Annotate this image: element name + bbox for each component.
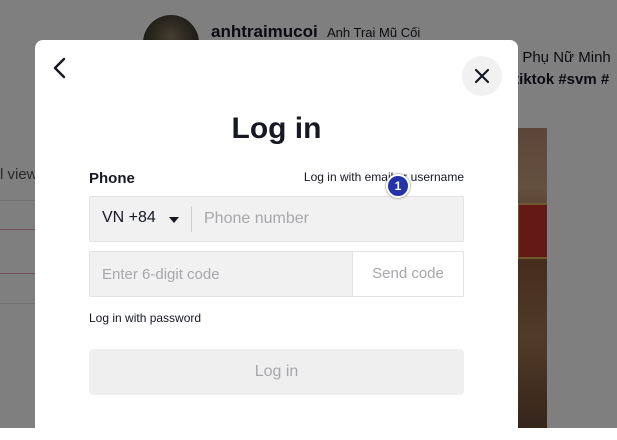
page-title: Log in: [231, 112, 322, 145]
login-button[interactable]: Log in: [89, 349, 464, 395]
login-with-password-link[interactable]: Log in with password: [89, 311, 201, 325]
phone-number-input[interactable]: [192, 197, 462, 241]
verification-code-input[interactable]: [90, 252, 352, 296]
country-code-select[interactable]: VN +84: [90, 197, 191, 241]
code-input-group: Send code: [89, 251, 464, 297]
phone-label: Phone: [89, 170, 135, 187]
send-code-button[interactable]: Send code: [352, 251, 464, 297]
login-with-email-link[interactable]: Log in with email or username: [304, 170, 464, 184]
country-code-value: VN +84: [102, 209, 156, 226]
phone-input-group: VN +84: [89, 196, 464, 242]
close-button[interactable]: [462, 56, 502, 96]
annotation-marker: 1: [386, 174, 410, 198]
login-modal: Log in Phone Log in with email or userna…: [35, 40, 518, 440]
back-button[interactable]: [49, 56, 71, 80]
chevron-left-icon: [53, 57, 66, 79]
close-icon: [474, 68, 490, 84]
caret-down-icon: [169, 217, 179, 223]
